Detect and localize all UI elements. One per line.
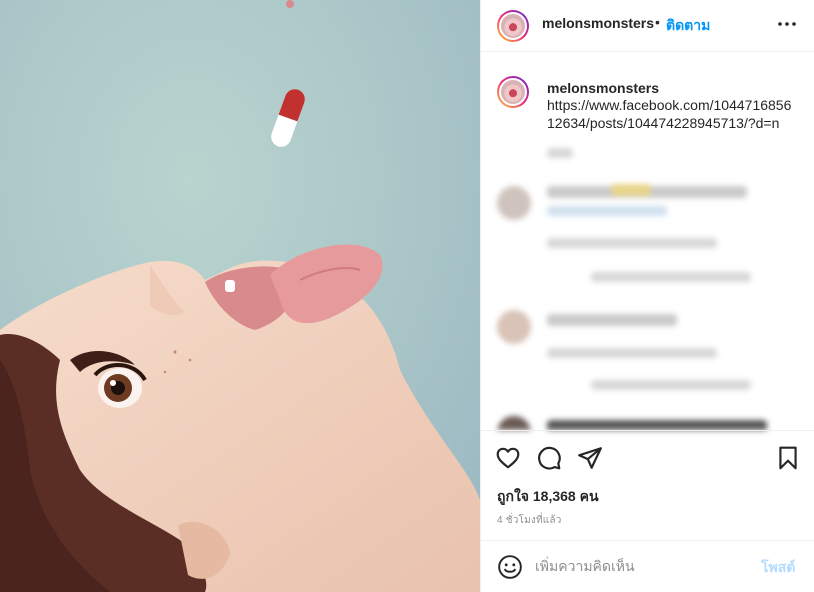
post-comment-button[interactable]: โพสต์ xyxy=(761,557,795,579)
caption-text[interactable]: https://www.facebook.com/104471685612634… xyxy=(547,96,793,132)
send-icon[interactable] xyxy=(577,445,603,471)
likes-count[interactable]: ถูกใจ 18,368 คน xyxy=(497,486,599,508)
post-image[interactable] xyxy=(0,0,480,592)
comment-input[interactable] xyxy=(535,555,755,577)
more-horizontal-icon[interactable] xyxy=(775,12,799,36)
comments-list xyxy=(481,140,814,430)
bookmark-icon[interactable] xyxy=(775,445,801,471)
header-username[interactable]: melonsmonsters xyxy=(542,15,654,31)
comment-icon[interactable] xyxy=(536,445,562,471)
post-header: melonsmonsters • ติดตาม xyxy=(481,0,814,52)
heart-icon[interactable] xyxy=(495,445,521,471)
artwork xyxy=(0,0,480,592)
caption-avatar[interactable] xyxy=(497,76,529,108)
comment-bar: โพสต์ xyxy=(481,540,814,592)
follow-button[interactable]: ติดตาม xyxy=(666,15,710,37)
post-side-panel: melonsmonsters • ติดตาม melonsmonsters h… xyxy=(480,0,814,592)
header-separator: • xyxy=(655,14,660,30)
post-timestamp[interactable]: 4 ชั่วโมงที่แล้ว xyxy=(497,513,562,528)
post-actions: ถูกใจ 18,368 คน 4 ชั่วโมงที่แล้ว xyxy=(481,430,814,540)
avatar[interactable] xyxy=(497,10,529,42)
smiley-icon[interactable] xyxy=(497,554,523,580)
caption-username[interactable]: melonsmonsters xyxy=(547,80,659,96)
